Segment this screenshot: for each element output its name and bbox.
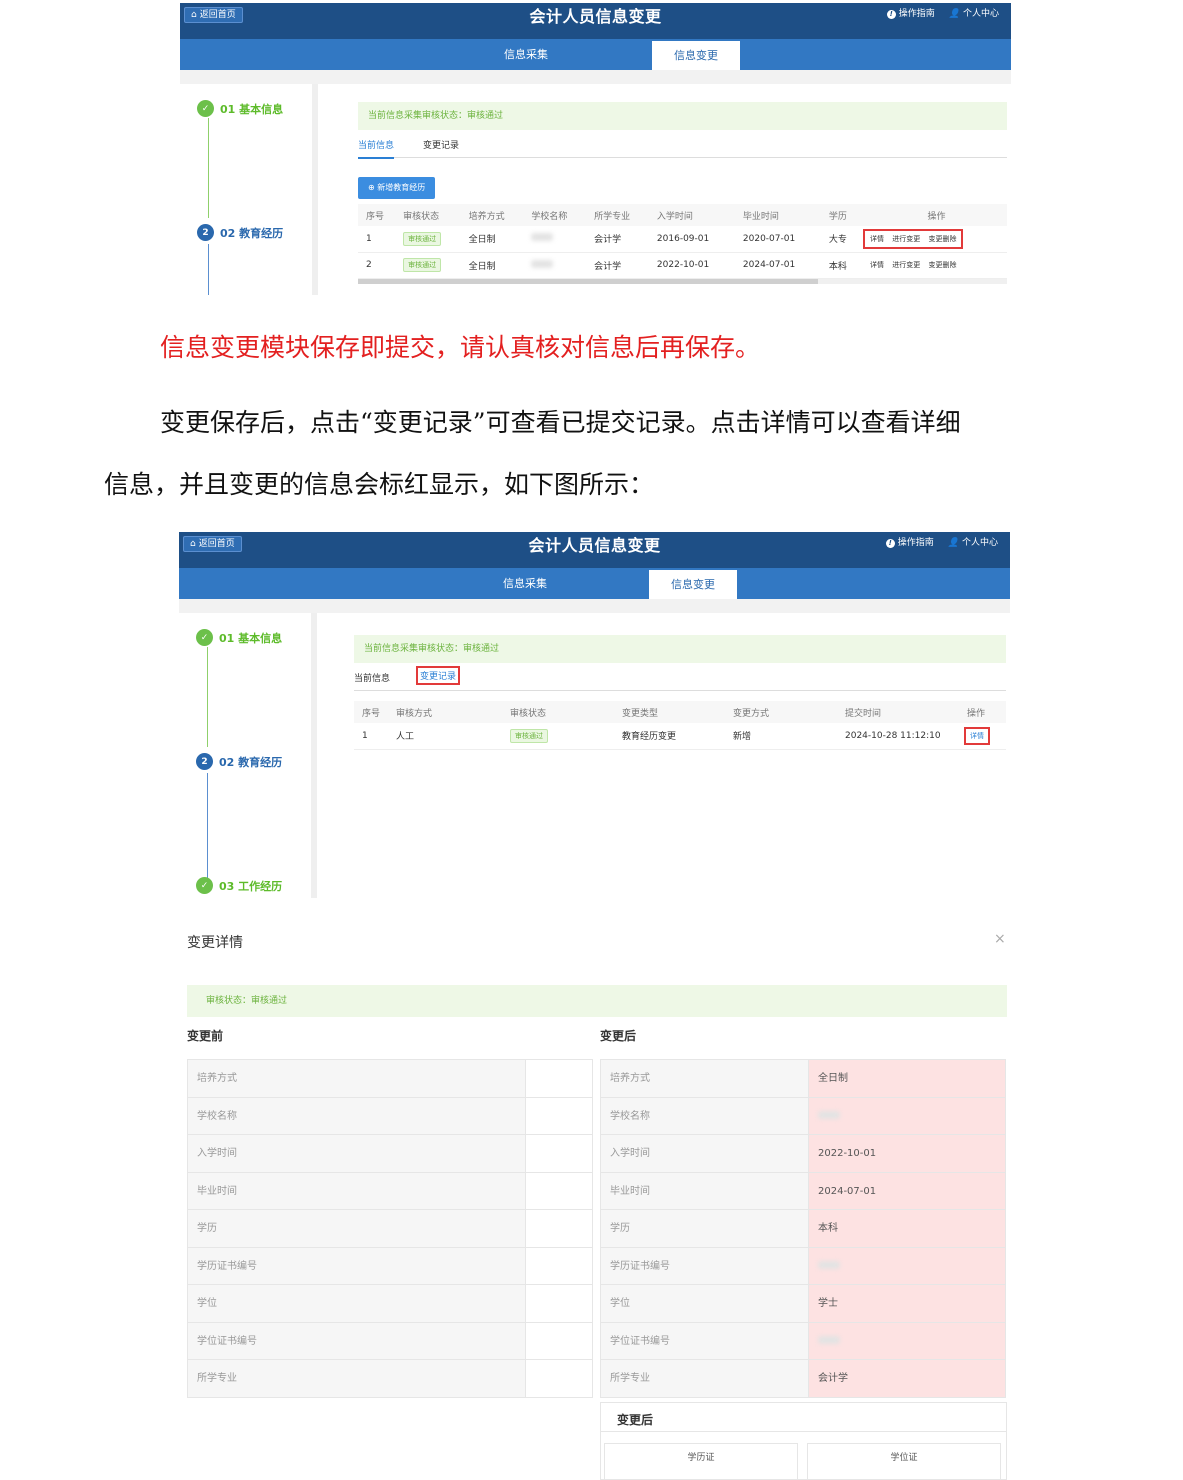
app-header: ⌂ 返回首页 会计人员信息变更 ! 操作指南 👤 个人中心: [179, 532, 1010, 568]
change-detail-dialog: 变更详情 × 审核状态：审核通过 变更前 变更后 培养方式 学校名称 入学时间 …: [180, 915, 1011, 1480]
table-row: 学位: [187, 1285, 593, 1323]
blurred-school-name: [531, 233, 554, 242]
table-row: 1 人工 审核通过 教育经历变更 新增 2024-10-28 11:12:10 …: [354, 723, 1006, 750]
table-row: 1 审核通过 全日制 会计学 2016-09-01 2020-07-01 大专 …: [358, 226, 1007, 253]
step-sidebar: ✓ 01 基本信息 2 02 教育经历 ✓ 03 工作经历: [181, 613, 317, 898]
check-icon: ✓: [196, 629, 213, 646]
screenshot-change-records: ⌂ 返回首页 会计人员信息变更 ! 操作指南 👤 个人中心 信息采集 信息变更 ✓ …: [179, 532, 1010, 898]
app-header: ⌂ 返回首页 会计人员信息变更 ! 操作指南 👤 个人中心: [180, 3, 1011, 39]
table-row: 学历 本科: [600, 1210, 1006, 1248]
plus-circle-icon: ⊕: [368, 183, 378, 192]
subtabs: 当前信息 变更记录: [358, 134, 1007, 159]
content-panel: 当前信息采集审核状态：审核通过 当前信息 变更记录 序号 审核方式 审核状态 变…: [354, 635, 1006, 750]
body-text-line2: 信息，并且变更的信息会标红显示，如下图所示：: [104, 470, 655, 499]
table-row: 学校名称: [187, 1097, 593, 1135]
tab-info-collect[interactable]: 信息采集: [481, 568, 569, 599]
user-icon: 👤: [947, 538, 959, 548]
table-row: 培养方式 全日制: [600, 1060, 1006, 1098]
blurred-school-name: [531, 259, 554, 268]
panel-title: 变更后: [617, 1413, 654, 1427]
guide-link[interactable]: ! 操作指南: [885, 536, 934, 550]
step-work-experience[interactable]: ✓ 03 工作经历: [196, 877, 282, 894]
table-row: 学位证书编号: [187, 1322, 593, 1360]
step-sidebar: ✓ 01 基本信息 2 02 教育经历: [182, 84, 318, 295]
step-education[interactable]: 2 02 教育经历: [197, 224, 283, 241]
after-certificates-panel: 变更后 学历证 学位证: [600, 1402, 1007, 1480]
warning-text: 信息变更模块保存即提交，请认真核对信息后再保存。: [160, 333, 761, 362]
step-number-icon: 2: [197, 224, 214, 241]
table-row: 学历: [187, 1210, 593, 1248]
main-tabs: 信息采集 信息变更: [179, 568, 1010, 599]
tab-info-collect[interactable]: 信息采集: [482, 39, 570, 70]
subtabs: 当前信息 变更记录: [354, 666, 1006, 691]
check-icon: ✓: [196, 877, 213, 894]
status-badge: 审核通过: [403, 258, 442, 272]
table-row: 毕业时间 2024-07-01: [600, 1172, 1006, 1210]
check-icon: ✓: [197, 100, 214, 117]
change-link[interactable]: 进行变更: [892, 261, 920, 269]
after-table: 培养方式 全日制 学校名称 入学时间 2022-10-01 毕业时间 2024-07-…: [600, 1059, 1006, 1398]
step-basic-info[interactable]: ✓ 01 基本信息: [196, 629, 282, 646]
user-center-link[interactable]: 👤 个人中心: [948, 536, 998, 550]
table-row: 学历证书编号: [187, 1247, 593, 1285]
tab-info-change[interactable]: 信息变更: [652, 41, 740, 70]
table-row: 学历证书编号: [600, 1247, 1006, 1285]
detail-link[interactable]: 详情: [870, 261, 884, 269]
user-center-link[interactable]: 👤 个人中心: [949, 7, 999, 21]
after-heading: 变更后: [600, 1029, 637, 1043]
content-panel: 当前信息采集审核状态：审核通过 当前信息 变更记录 ⊕ 新增教育经历 序号 审核…: [358, 102, 1007, 284]
subtab-change-records[interactable]: 变更记录: [416, 666, 461, 685]
table-row: 毕业时间: [187, 1172, 593, 1210]
blurred-value: [818, 1110, 840, 1119]
change-records-table: 序号 审核方式 审核状态 变更类型 变更方式 提交时间 操作 1 人工 审核通过: [354, 701, 1006, 750]
status-badge: 审核通过: [510, 728, 548, 743]
table-row: 学位证书编号: [600, 1322, 1006, 1360]
table-row: 所学专业 会计学: [600, 1360, 1006, 1398]
subtab-change-records[interactable]: 变更记录: [423, 138, 459, 151]
delete-change-link[interactable]: 变更删除: [928, 261, 956, 269]
detail-link[interactable]: 详情: [870, 235, 884, 243]
delete-change-link[interactable]: 变更删除: [928, 235, 956, 243]
status-notice: 当前信息采集审核状态：审核通过: [354, 635, 1006, 663]
detail-link[interactable]: 详情: [964, 726, 990, 745]
table-row: 入学时间: [187, 1135, 593, 1173]
main-tabs: 信息采集 信息变更: [180, 39, 1011, 70]
degree-certificate[interactable]: 学位证: [807, 1443, 1001, 1480]
user-icon: 👤: [948, 9, 960, 19]
table-row: 学校名称: [600, 1097, 1006, 1135]
table-row: 学位 学士: [600, 1285, 1006, 1323]
status-badge: 审核通过: [403, 231, 442, 246]
table-row: 培养方式: [187, 1060, 593, 1098]
change-link[interactable]: 进行变更: [892, 235, 920, 243]
education-certificate[interactable]: 学历证: [604, 1443, 798, 1480]
body-text-line1: 变更保存后，点击“变更记录”可查看已提交记录。点击详情可以查看详细: [160, 408, 961, 437]
table-row: 所学专业: [187, 1360, 593, 1398]
subtab-current-info[interactable]: 当前信息: [358, 138, 395, 159]
guide-link[interactable]: ! 操作指南: [886, 7, 935, 21]
screenshot-current-info: ⌂ 返回首页 会计人员信息变更 ! 操作指南 👤 个人中心 信息采集 信息变更 ✓ …: [180, 3, 1011, 295]
step-education[interactable]: 2 02 教育经历: [196, 753, 282, 770]
close-icon[interactable]: ×: [994, 931, 1006, 947]
add-education-button[interactable]: ⊕ 新增教育经历: [358, 177, 436, 199]
before-heading: 变更前: [187, 1029, 224, 1043]
step-number-icon: 2: [196, 753, 213, 770]
table-row: 2 审核通过 全日制 会计学 2022-10-01 2024-07-01 本科 …: [358, 252, 1007, 279]
step-basic-info[interactable]: ✓ 01 基本信息: [197, 100, 283, 117]
table-row: 入学时间 2022-10-01: [600, 1135, 1006, 1173]
status-notice: 当前信息采集审核状态：审核通过: [358, 102, 1007, 130]
dialog-title: 变更详情: [187, 935, 243, 951]
highlighted-actions: 详情 进行变更 变更删除: [862, 228, 964, 249]
status-notice: 审核状态：审核通过: [187, 985, 1007, 1017]
subtab-current-info[interactable]: 当前信息: [354, 671, 390, 684]
before-table: 培养方式 学校名称 入学时间 毕业时间 学历 学历证书编号 学位 学位证书编号 …: [187, 1059, 593, 1398]
blurred-value: [818, 1335, 840, 1344]
blurred-value: [818, 1260, 840, 1269]
tab-info-change[interactable]: 信息变更: [649, 570, 737, 599]
education-table: 序号 审核状态 培养方式 学校名称 所学专业 入学时间 毕业时间 学历 操作 1: [358, 204, 1007, 279]
info-icon: !: [886, 9, 896, 19]
info-icon: !: [885, 538, 895, 548]
horizontal-scrollbar[interactable]: [358, 278, 1007, 284]
